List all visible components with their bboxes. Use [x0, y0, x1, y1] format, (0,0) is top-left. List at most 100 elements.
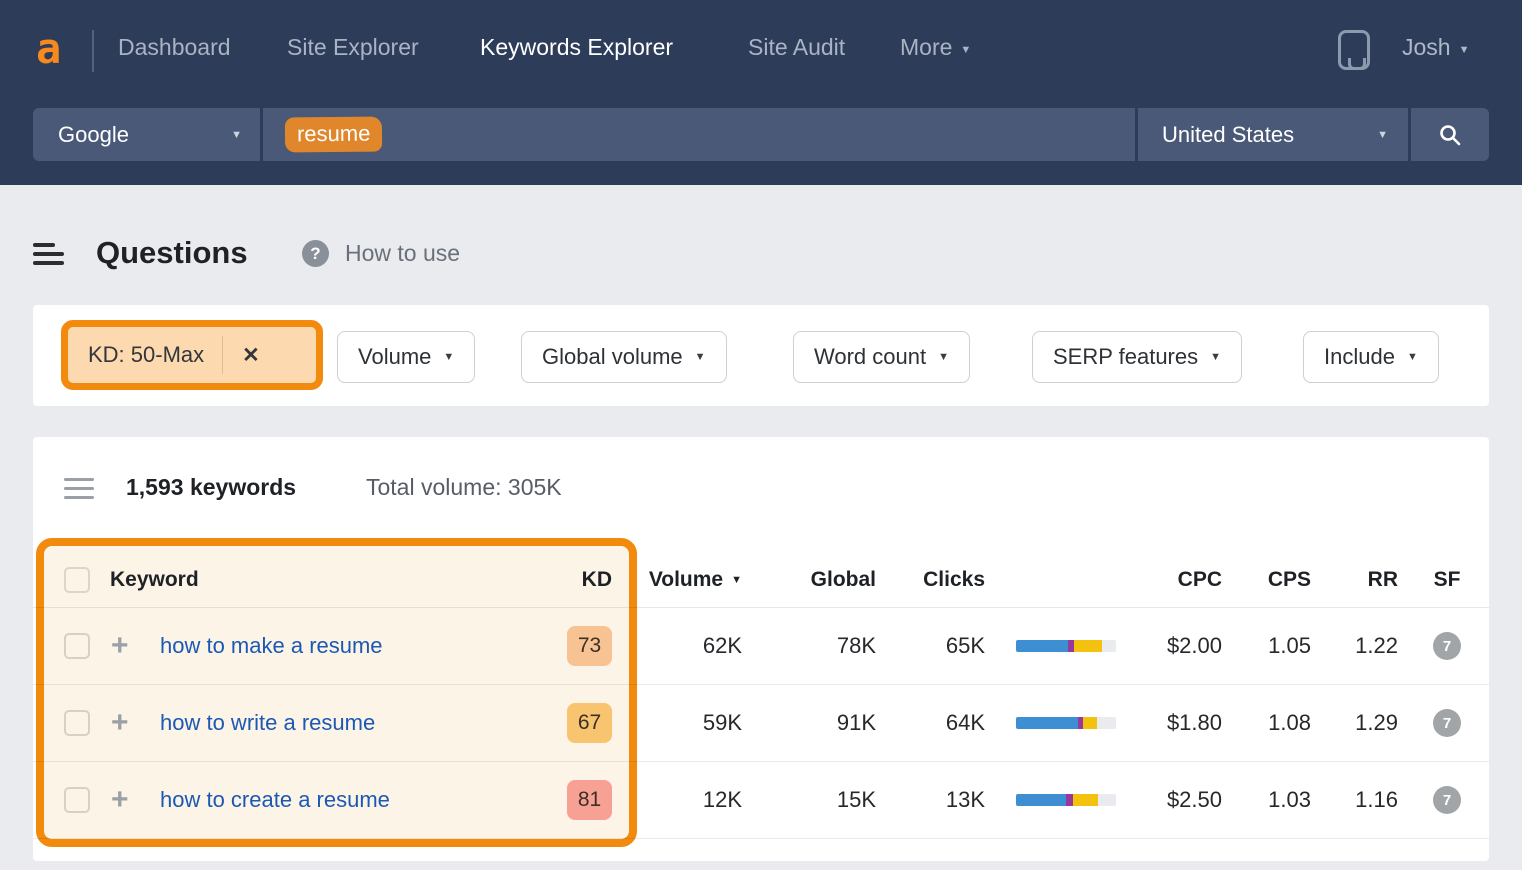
- nav-divider: [92, 30, 94, 72]
- filter-volume-label: Volume: [358, 344, 431, 370]
- clicks-distribution-bar: [1016, 717, 1116, 729]
- clicks-value: 65K: [946, 633, 985, 659]
- how-to-use-link[interactable]: How to use: [345, 240, 460, 267]
- serp-features-count-badge[interactable]: 7: [1433, 632, 1461, 660]
- total-volume: Total volume: 305K: [366, 474, 562, 501]
- filter-word-count[interactable]: Word count ▼: [793, 331, 970, 383]
- row-checkbox[interactable]: [64, 787, 90, 813]
- col-header-volume[interactable]: Volume ▼: [649, 568, 742, 592]
- table-row: + how to create a resume 81 12K 15K 13K …: [33, 762, 1489, 839]
- keyword-search-bar: Google ▼ resume United States ▼: [33, 108, 1489, 161]
- chevron-down-icon: ▼: [960, 44, 971, 56]
- keywords-count: 1,593 keywords: [126, 474, 296, 501]
- serp-features-count-badge[interactable]: 7: [1433, 786, 1461, 814]
- cpc-value: $1.80: [1167, 710, 1222, 736]
- chevron-down-icon: ▼: [1459, 44, 1470, 56]
- country-select[interactable]: United States ▼: [1138, 108, 1408, 161]
- query-highlight: resume: [285, 116, 383, 152]
- clicks-distribution-bar: [1016, 640, 1116, 652]
- chevron-down-icon: ▼: [938, 351, 949, 363]
- clicks-value: 13K: [946, 787, 985, 813]
- col-header-kd[interactable]: KD: [582, 568, 612, 592]
- clicks-value: 64K: [946, 710, 985, 736]
- col-header-cpc[interactable]: CPC: [1178, 568, 1222, 592]
- table-row: + how to write a resume 67 59K 91K 64K $…: [33, 685, 1489, 762]
- table-row: + how to make a resume 73 62K 78K 65K $2…: [33, 608, 1489, 685]
- chevron-down-icon: ▼: [231, 129, 242, 141]
- rr-value: 1.16: [1355, 787, 1398, 813]
- nav-item-site-audit[interactable]: Site Audit: [748, 34, 845, 61]
- serp-features-count-badge[interactable]: 7: [1433, 709, 1461, 737]
- filters-card: KD: 50-Max ✕ Volume ▼ Global volume ▼ Wo…: [33, 305, 1489, 406]
- country-value: United States: [1162, 122, 1294, 148]
- cps-value: 1.03: [1268, 787, 1311, 813]
- filter-serp-features[interactable]: SERP features ▼: [1032, 331, 1242, 383]
- col-header-global[interactable]: Global: [811, 568, 876, 592]
- global-value: 91K: [837, 710, 876, 736]
- volume-value: 62K: [703, 633, 742, 659]
- chevron-down-icon: ▼: [443, 351, 454, 363]
- table-header-row: Keyword KD Volume ▼ Global Clicks CPC CP…: [33, 552, 1489, 608]
- keywords-table-card: 1,593 keywords Total volume: 305K Keywor…: [33, 437, 1489, 861]
- help-icon[interactable]: ?: [302, 240, 329, 267]
- search-engine-select[interactable]: Google ▼: [33, 108, 260, 161]
- kd-badge: 67: [567, 703, 612, 743]
- col-header-cps[interactable]: CPS: [1268, 568, 1311, 592]
- chevron-down-icon: ▼: [1377, 129, 1388, 141]
- filter-global-volume[interactable]: Global volume ▼: [521, 331, 727, 383]
- nav-item-site-explorer[interactable]: Site Explorer: [287, 34, 419, 61]
- filter-global-volume-label: Global volume: [542, 344, 683, 370]
- global-value: 78K: [837, 633, 876, 659]
- sort-desc-icon: ▼: [731, 574, 742, 586]
- volume-value: 12K: [703, 787, 742, 813]
- filter-volume[interactable]: Volume ▼: [337, 331, 475, 383]
- ahrefs-logo[interactable]: a: [36, 24, 61, 73]
- nav-item-keywords-explorer[interactable]: Keywords Explorer: [480, 34, 673, 61]
- rr-value: 1.22: [1355, 633, 1398, 659]
- rr-value: 1.29: [1355, 710, 1398, 736]
- keyword-link[interactable]: how to make a resume: [160, 633, 383, 659]
- chevron-down-icon: ▼: [1210, 351, 1221, 363]
- cpc-value: $2.00: [1167, 633, 1222, 659]
- col-header-sf[interactable]: SF: [1427, 568, 1467, 592]
- keyword-link[interactable]: how to write a resume: [160, 710, 375, 736]
- cps-value: 1.05: [1268, 633, 1311, 659]
- kd-filter-chip[interactable]: KD: 50-Max ✕: [61, 320, 323, 390]
- kd-badge: 73: [567, 626, 612, 666]
- search-button[interactable]: [1411, 108, 1489, 161]
- col-header-keyword[interactable]: Keyword: [110, 568, 199, 592]
- user-menu[interactable]: Josh ▼: [1402, 34, 1469, 61]
- chevron-down-icon: ▼: [695, 351, 706, 363]
- search-input[interactable]: resume: [263, 108, 1135, 161]
- add-to-list-icon[interactable]: +: [111, 635, 129, 657]
- device-icon[interactable]: [1338, 30, 1370, 70]
- kd-badge: 81: [567, 780, 612, 820]
- close-icon[interactable]: ✕: [223, 343, 279, 368]
- col-header-clicks[interactable]: Clicks: [923, 568, 985, 592]
- select-all-checkbox[interactable]: [64, 567, 90, 593]
- row-checkbox[interactable]: [64, 710, 90, 736]
- user-name-label: Josh: [1402, 34, 1451, 60]
- search-icon: [1438, 123, 1462, 147]
- collapse-sidebar-icon[interactable]: [33, 243, 64, 265]
- add-to-list-icon[interactable]: +: [111, 712, 129, 734]
- filter-serp-features-label: SERP features: [1053, 344, 1198, 370]
- kd-filter-label: KD: 50-Max: [68, 342, 222, 368]
- nav-item-dashboard[interactable]: Dashboard: [118, 34, 231, 61]
- list-options-icon[interactable]: [64, 478, 94, 499]
- keyword-link[interactable]: how to create a resume: [160, 787, 390, 813]
- row-checkbox[interactable]: [64, 633, 90, 659]
- col-header-volume-label: Volume: [649, 568, 723, 592]
- filter-word-count-label: Word count: [814, 344, 926, 370]
- filter-include-label: Include: [1324, 344, 1395, 370]
- col-header-rr[interactable]: RR: [1368, 568, 1398, 592]
- clicks-distribution-bar: [1016, 794, 1116, 806]
- nav-item-more[interactable]: More ▼: [900, 34, 971, 61]
- chevron-down-icon: ▼: [1407, 351, 1418, 363]
- cpc-value: $2.50: [1167, 787, 1222, 813]
- search-engine-value: Google: [58, 122, 129, 148]
- filter-include[interactable]: Include ▼: [1303, 331, 1439, 383]
- nav-item-more-label: More: [900, 34, 952, 60]
- page-title: Questions: [96, 235, 248, 271]
- add-to-list-icon[interactable]: +: [111, 789, 129, 811]
